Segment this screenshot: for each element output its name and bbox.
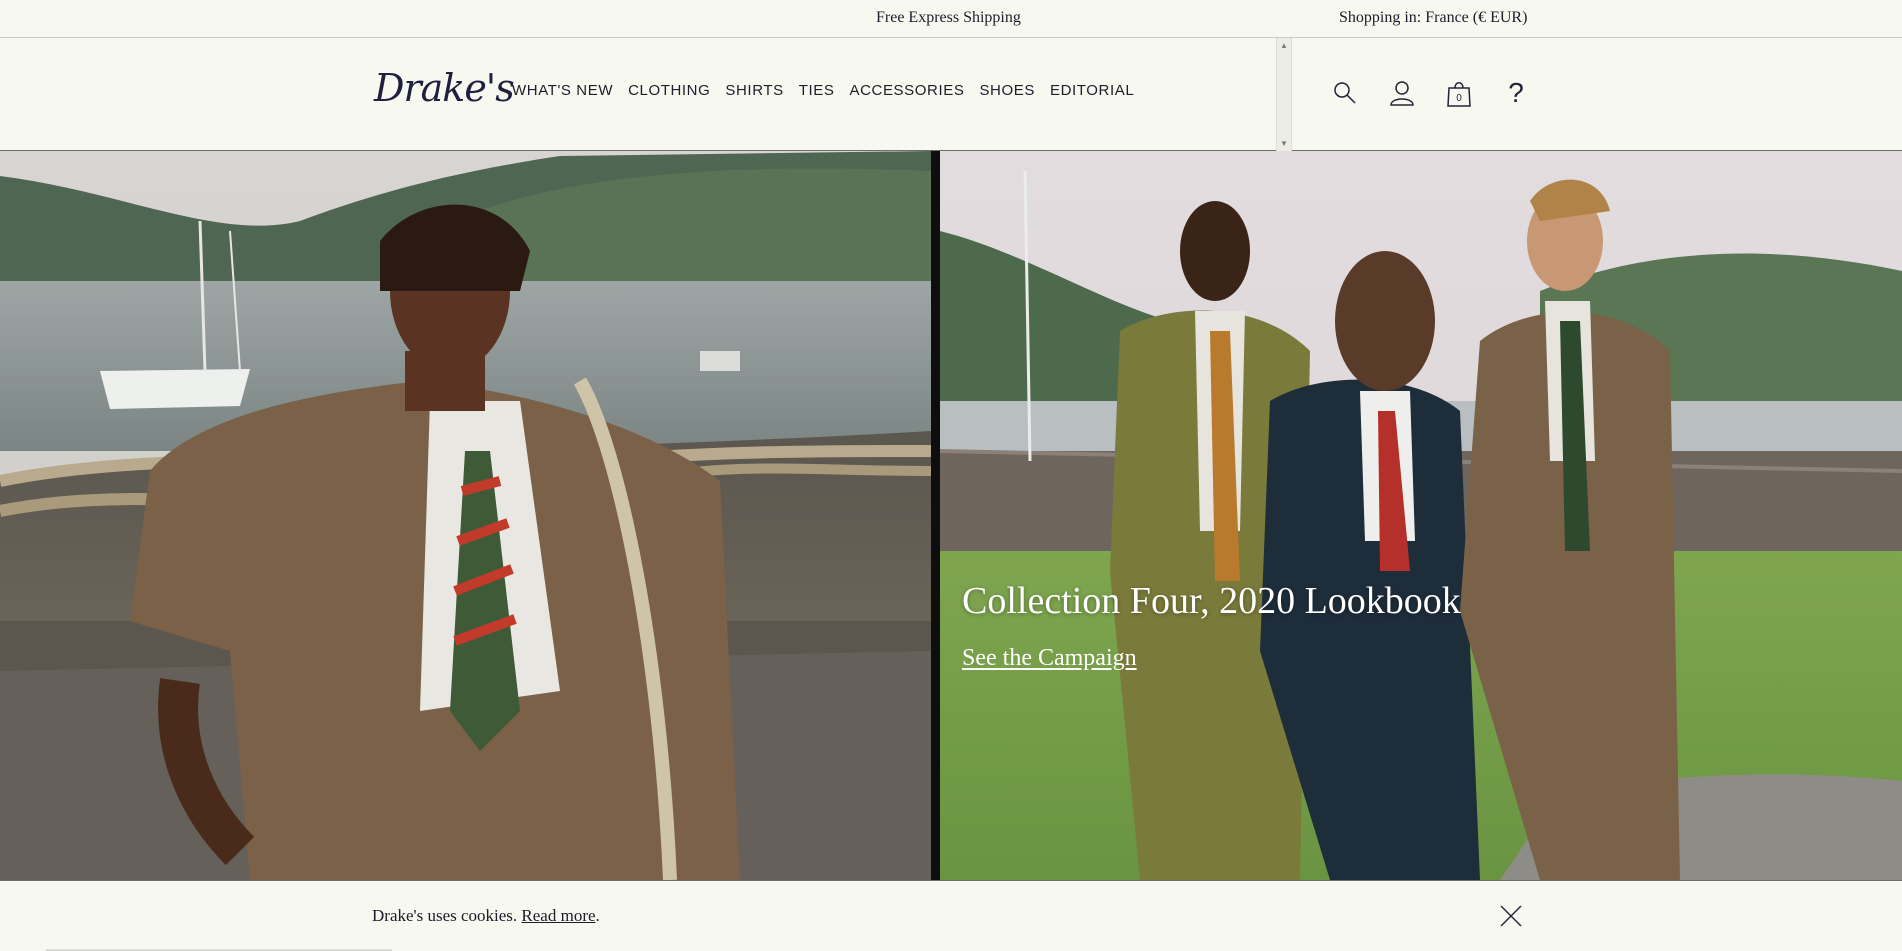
announcement-bar: Free Express Shipping Shopping in: France… xyxy=(0,0,1902,38)
region-selector[interactable]: Shopping in: France (€ EUR) xyxy=(1339,9,1527,27)
account-icon[interactable] xyxy=(1387,78,1417,108)
see-campaign-link[interactable]: See the Campaign xyxy=(962,645,1137,672)
nav-scrollbar[interactable]: ▲ ▼ xyxy=(1276,38,1292,151)
nav-whats-new[interactable]: WHAT'S NEW xyxy=(512,82,613,99)
cookie-suffix: . xyxy=(595,906,600,925)
nav-ties[interactable]: TIES xyxy=(799,82,835,99)
read-more-link[interactable]: Read more xyxy=(521,906,595,925)
main-nav: WHAT'S NEW CLOTHING SHIRTS TIES ACCESSOR… xyxy=(512,82,1134,99)
cookie-message: Drake's uses cookies. Read more. xyxy=(372,906,600,926)
site-header: Drake's WHAT'S NEW CLOTHING SHIRTS TIES … xyxy=(0,38,1902,151)
shipping-message: Free Express Shipping xyxy=(876,9,1021,26)
region-label: Shopping in: xyxy=(1339,9,1422,26)
bag-icon[interactable]: 0 xyxy=(1444,78,1474,108)
help-icon[interactable]: ? xyxy=(1501,77,1531,108)
site-logo[interactable]: Drake's xyxy=(374,66,515,110)
nav-shoes[interactable]: SHOES xyxy=(979,82,1035,99)
hero-image-left[interactable] xyxy=(0,151,931,880)
scroll-down-icon[interactable]: ▼ xyxy=(1280,139,1288,148)
bag-count: 0 xyxy=(1456,93,1462,104)
nav-clothing[interactable]: CLOTHING xyxy=(628,82,710,99)
header-icons: 0 ? xyxy=(1330,77,1531,108)
region-value: France (€ EUR) xyxy=(1425,9,1528,26)
cookie-text: Drake's uses cookies. xyxy=(372,906,518,925)
hero-section: Collection Four, 2020 Lookbook See the C… xyxy=(0,151,1902,880)
nav-accessories[interactable]: ACCESSORIES xyxy=(849,82,964,99)
cookie-banner: Drake's uses cookies. Read more. xyxy=(0,880,1902,951)
search-icon[interactable] xyxy=(1330,78,1360,108)
hero-image-right[interactable] xyxy=(940,151,1902,880)
hero-title: Collection Four, 2020 Lookbook xyxy=(962,580,1461,622)
hero-caption: Collection Four, 2020 Lookbook See the C… xyxy=(962,579,1461,672)
scroll-up-icon[interactable]: ▲ xyxy=(1280,41,1288,50)
nav-shirts[interactable]: SHIRTS xyxy=(725,82,783,99)
nav-editorial[interactable]: EDITORIAL xyxy=(1050,82,1134,99)
close-icon[interactable] xyxy=(1500,905,1522,927)
